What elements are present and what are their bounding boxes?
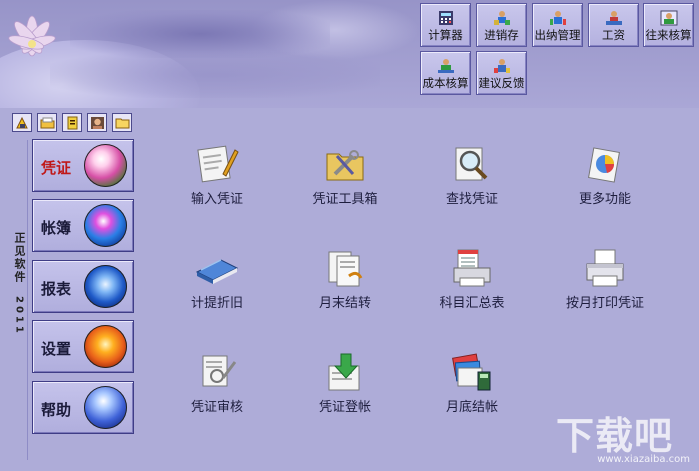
feedback-label: 建议反馈 bbox=[478, 75, 525, 90]
calculator-button[interactable]: 计算器 bbox=[420, 3, 471, 47]
side-title-text: 正见软件 bbox=[13, 232, 26, 284]
nav-report-label: 报表 bbox=[41, 280, 72, 298]
butterfly-orb-icon bbox=[84, 204, 127, 247]
mini-new-button[interactable] bbox=[12, 113, 32, 132]
cost-icon bbox=[437, 58, 454, 73]
nav-ledger-button[interactable]: 帐簿 bbox=[32, 199, 134, 252]
cashier-icon bbox=[549, 10, 566, 25]
more-functions-tile[interactable]: 更多功能 bbox=[543, 144, 663, 224]
voucher-toolbox-tile[interactable]: 凭证工具箱 bbox=[283, 144, 403, 224]
side-title: 正见软件 2011 bbox=[11, 140, 28, 460]
input-voucher-tile[interactable]: 输入凭证 bbox=[155, 144, 275, 224]
voucher-audit-tile[interactable]: 凭证审核 bbox=[155, 352, 275, 432]
user-photo-icon bbox=[90, 116, 104, 129]
nav-voucher-button[interactable]: 凭证 bbox=[32, 139, 134, 192]
find-voucher-tile[interactable]: 查找凭证 bbox=[410, 144, 530, 224]
knot-orb-icon bbox=[84, 265, 127, 308]
inventory-button[interactable]: 进销存 bbox=[476, 3, 527, 47]
salary-icon bbox=[605, 10, 622, 25]
month-end-close-tile[interactable]: 月底结帐 bbox=[410, 352, 530, 432]
magnifier-icon bbox=[455, 147, 488, 181]
monthly-print-voucher-tile[interactable]: 按月打印凭证 bbox=[543, 248, 663, 328]
mini-folder-button[interactable] bbox=[112, 113, 132, 132]
month-end-transfer-label: 月末结转 bbox=[318, 296, 371, 311]
glass-orb-icon bbox=[84, 386, 127, 429]
printer-icon bbox=[586, 249, 624, 287]
cashier-label: 出纳管理 bbox=[534, 27, 581, 42]
month-end-transfer-tile[interactable]: 月末结转 bbox=[283, 248, 403, 328]
post-arrow-icon bbox=[328, 353, 360, 391]
watermark-url: www.xiazaiba.com bbox=[597, 454, 690, 465]
banner-blurred-subtitle bbox=[50, 52, 380, 98]
calculator-label: 计算器 bbox=[428, 27, 463, 42]
nav-help-label: 帮助 bbox=[41, 401, 72, 419]
more-functions-icon bbox=[588, 147, 620, 183]
cost-button[interactable]: 成本核算 bbox=[420, 51, 471, 95]
nav-voucher-label: 凭证 bbox=[41, 159, 72, 177]
accounts-button[interactable]: 往来核算 bbox=[643, 3, 694, 47]
input-voucher-label: 输入凭证 bbox=[190, 192, 243, 207]
book-icon bbox=[195, 259, 239, 284]
calculator-cards-icon bbox=[452, 353, 491, 391]
nav-help-button[interactable]: 帮助 bbox=[32, 381, 134, 434]
mini-user-button[interactable] bbox=[87, 113, 107, 132]
subject-summary-tile[interactable]: 科目汇总表 bbox=[410, 248, 530, 328]
depreciation-label: 计提折旧 bbox=[190, 296, 243, 311]
open-folder-icon bbox=[40, 117, 54, 128]
month-end-close-label: 月底结帐 bbox=[445, 400, 498, 415]
accounts-label: 往来核算 bbox=[645, 27, 692, 42]
salary-label: 工资 bbox=[602, 27, 625, 42]
nav-settings-button[interactable]: 设置 bbox=[32, 320, 134, 373]
voucher-posting-label: 凭证登帐 bbox=[318, 400, 371, 415]
printer-sheet-icon bbox=[453, 249, 491, 287]
swirl-orb-icon bbox=[84, 325, 127, 368]
folder-icon bbox=[115, 118, 129, 128]
notebook-icon bbox=[67, 116, 77, 129]
inventory-icon bbox=[493, 10, 510, 25]
subject-summary-label: 科目汇总表 bbox=[439, 296, 505, 311]
mini-open-button[interactable] bbox=[37, 113, 57, 132]
calculator-icon bbox=[438, 10, 453, 25]
voucher-posting-tile[interactable]: 凭证登帐 bbox=[283, 352, 403, 432]
watermark-text: 下载吧 bbox=[556, 414, 674, 458]
nav-ledger-label: 帐簿 bbox=[41, 219, 72, 237]
find-voucher-label: 查找凭证 bbox=[445, 192, 498, 207]
flower-orb-icon bbox=[84, 144, 127, 187]
voucher-toolbox-label: 凭证工具箱 bbox=[312, 192, 378, 207]
lotus-icon bbox=[8, 15, 56, 57]
new-icon bbox=[15, 116, 28, 128]
nav-report-button[interactable]: 报表 bbox=[32, 260, 134, 313]
banner-blurred-title bbox=[70, 10, 330, 58]
watermark-logo: 下载吧 www.xiazaiba.com bbox=[556, 405, 696, 467]
inventory-label: 进销存 bbox=[484, 27, 519, 42]
depreciation-tile[interactable]: 计提折旧 bbox=[155, 248, 275, 328]
feedback-button[interactable]: 建议反馈 bbox=[476, 51, 527, 95]
side-title-year: 2011 bbox=[13, 296, 25, 336]
voucher-audit-label: 凭证审核 bbox=[190, 400, 243, 415]
accounts-icon bbox=[660, 10, 677, 25]
mini-notebook-button[interactable] bbox=[62, 113, 82, 132]
monthly-print-voucher-label: 按月打印凭证 bbox=[565, 296, 644, 311]
cost-label: 成本核算 bbox=[422, 75, 469, 90]
voucher-pen-icon bbox=[197, 145, 239, 183]
more-functions-label: 更多功能 bbox=[578, 192, 631, 207]
salary-button[interactable]: 工资 bbox=[588, 3, 639, 47]
month-end-icon bbox=[328, 251, 363, 287]
cashier-button[interactable]: 出纳管理 bbox=[532, 3, 583, 47]
toolbox-icon bbox=[326, 150, 364, 181]
audit-icon bbox=[202, 355, 237, 387]
feedback-icon bbox=[493, 58, 510, 73]
nav-settings-label: 设置 bbox=[41, 340, 72, 358]
